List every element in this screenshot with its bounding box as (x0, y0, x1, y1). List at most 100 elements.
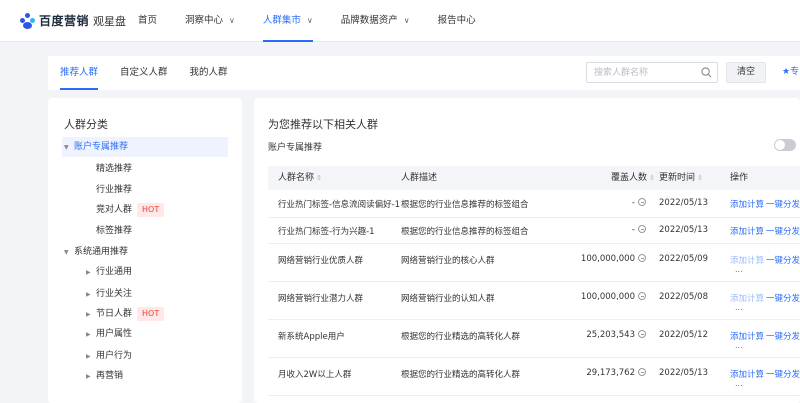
add-compute-link[interactable]: 添加计算 (730, 225, 764, 237)
table-row: 网络营销行业优质人群 网络营销行业的核心人群 100,000,000 2022/05/… (268, 244, 800, 282)
audience-desc: 根据您的行业信息推荐的标签组合 (401, 200, 529, 210)
tree-item-label: 行业通用 (96, 267, 133, 277)
caret-right-icon[interactable]: ▶ (86, 285, 96, 305)
coverage-value: 25,203,543 (586, 330, 635, 340)
sub-tab[interactable]: 我的人群 (190, 56, 228, 90)
more-icon[interactable]: ... (735, 265, 743, 274)
tree-item[interactable]: 竞对人群 HOT (72, 200, 228, 220)
coverage-count: - (568, 225, 646, 235)
main-nav: 首页 洞察中心 ∨ 人群集市 ∨ 品牌数据资产 ∨ 报告中心 (138, 0, 504, 42)
tree-item-label: 账户专属推荐 (74, 142, 129, 152)
clock-icon[interactable] (638, 254, 646, 262)
tree-item-label: 精选推荐 (96, 164, 133, 174)
nav-item[interactable]: 报告中心 (438, 0, 476, 42)
hot-badge: HOT (137, 202, 165, 217)
tree-item-label: 用户行为 (96, 351, 133, 361)
tree-item[interactable]: ▶ 行业通用 (72, 262, 228, 282)
tree-item-label: 再营销 (96, 371, 124, 381)
clear-button[interactable]: 清空 (726, 62, 766, 83)
tree-item[interactable]: 行业推荐 (72, 180, 228, 200)
product-name: 观星盘 (93, 14, 127, 28)
tree-item[interactable]: ▶ 用户行为 (72, 346, 228, 366)
audience-name: 网络营销行业潜力人群 (278, 294, 364, 304)
caret-right-icon[interactable]: ▶ (86, 263, 96, 283)
distribute-link[interactable]: 一键分发 (766, 254, 800, 266)
distribute-link[interactable]: 一键分发 (766, 330, 800, 342)
clock-icon[interactable] (638, 330, 646, 338)
nav-item[interactable]: 品牌数据资产 ∨ (341, 0, 410, 42)
audience-desc: 网络营销行业的核心人群 (401, 256, 495, 266)
tree-item[interactable]: ▶ 行业关注 (72, 284, 228, 304)
search-icon[interactable] (701, 67, 712, 78)
caret-right-icon[interactable]: ▶ (86, 325, 96, 345)
audience-desc: 根据您的行业信息推荐的标签组合 (401, 227, 529, 237)
clock-icon[interactable] (638, 198, 646, 206)
column-header-date[interactable]: 更新时间 ⇳ (659, 166, 703, 190)
tree-item[interactable]: 精选推荐 (72, 159, 228, 179)
nav-item[interactable]: 洞察中心 ∨ (185, 0, 235, 42)
tree-item[interactable]: 标签推荐 (72, 221, 228, 241)
clock-icon[interactable] (638, 368, 646, 376)
audience-name: 月收入2W以上人群 (278, 370, 352, 380)
coverage-count: 25,203,543 (568, 330, 646, 340)
nav-item[interactable]: 人群集市 ∨ (262, 0, 313, 42)
more-icon[interactable]: ... (735, 341, 743, 350)
audience-name: 新系统Apple用户 (278, 332, 345, 342)
update-date: 2022/05/09 (659, 254, 708, 264)
brand-logo[interactable]: 百度营销 观星盘 (20, 12, 126, 29)
update-date: 2022/05/08 (659, 292, 708, 302)
more-icon[interactable]: ... (735, 379, 743, 388)
column-header-desc: 人群描述 (401, 173, 438, 183)
coverage-count: 100,000,000 (568, 254, 646, 264)
caret-right-icon[interactable]: ▶ (86, 347, 96, 367)
coverage-value: - (631, 225, 635, 235)
sub-tab[interactable]: 自定义人群 (120, 56, 168, 90)
brand-name: 百度营销 (39, 14, 90, 28)
tree-item[interactable]: ▶ 用户属性 (72, 324, 228, 344)
sort-icon[interactable]: ⇳ (316, 174, 322, 182)
tree-item[interactable]: ▼ 系统通用推荐 (62, 242, 228, 262)
table-row: 新系统Apple用户 根据您的行业精选的高转化人群 25,203,543 2022/0… (268, 320, 800, 358)
category-title: 人群分类 (64, 118, 108, 131)
sub-tab[interactable]: 推荐人群 (60, 56, 99, 90)
audience-desc: 根据您的行业精选的高转化人群 (401, 332, 521, 342)
update-date: 2022/05/13 (659, 198, 708, 208)
audience-desc: 网络营销行业的认知人群 (401, 294, 495, 304)
chevron-down-icon: ∨ (229, 16, 235, 25)
tree-item[interactable]: ▶ 节日人群 HOT (72, 304, 228, 324)
distribute-link[interactable]: 一键分发 (766, 368, 800, 380)
caret-down-icon[interactable]: ▼ (64, 138, 74, 158)
update-date: 2022/05/12 (659, 330, 708, 340)
tree-item-label: 用户属性 (96, 329, 133, 339)
distribute-link[interactable]: 一键分发 (766, 225, 800, 237)
toggle-switch[interactable] (774, 139, 796, 151)
sort-icon[interactable]: ⇳ (697, 174, 703, 182)
distribute-link[interactable]: 一键分发 (766, 198, 800, 210)
sort-icon[interactable]: ⇳ (649, 174, 655, 182)
clock-icon[interactable] (638, 292, 646, 300)
chevron-down-icon: ∨ (403, 16, 410, 25)
nav-item[interactable]: 首页 (138, 0, 157, 42)
tree-item[interactable]: ▼ 账户专属推荐 (62, 137, 228, 157)
search-input[interactable] (587, 63, 692, 82)
sub-tab-bar: 推荐人群自定义人群我的人群 清空 ★专 (48, 56, 800, 90)
coverage-count: - (568, 198, 646, 208)
caret-right-icon[interactable]: ▶ (86, 305, 96, 325)
hot-badge: HOT (137, 306, 165, 321)
coverage-count: 29,173,762 (568, 368, 646, 378)
caret-right-icon[interactable]: ▶ (86, 367, 96, 387)
distribute-link[interactable]: 一键分发 (766, 292, 800, 304)
caret-down-icon[interactable]: ▼ (64, 243, 74, 263)
clock-icon[interactable] (638, 225, 646, 233)
tree-item[interactable]: ▶ 再营销 (72, 366, 228, 386)
column-header-name[interactable]: 人群名称 ⇳ (278, 166, 322, 190)
column-header-count[interactable]: 覆盖人数 ⇳ (611, 166, 655, 190)
coverage-value: 100,000,000 (580, 292, 635, 302)
nav-item-label: 品牌数据资产 (340, 15, 398, 26)
add-compute-link[interactable]: 添加计算 (730, 198, 764, 210)
favorite-button[interactable]: ★专 (782, 62, 800, 83)
nav-item-label: 首页 (138, 15, 158, 26)
more-icon[interactable]: ... (735, 303, 743, 312)
tree-item-label: 标签推荐 (96, 226, 133, 236)
top-navbar: 百度营销 观星盘 首页 洞察中心 ∨ 人群集市 ∨ 品牌数据资产 ∨ 报告中心 (0, 0, 800, 42)
